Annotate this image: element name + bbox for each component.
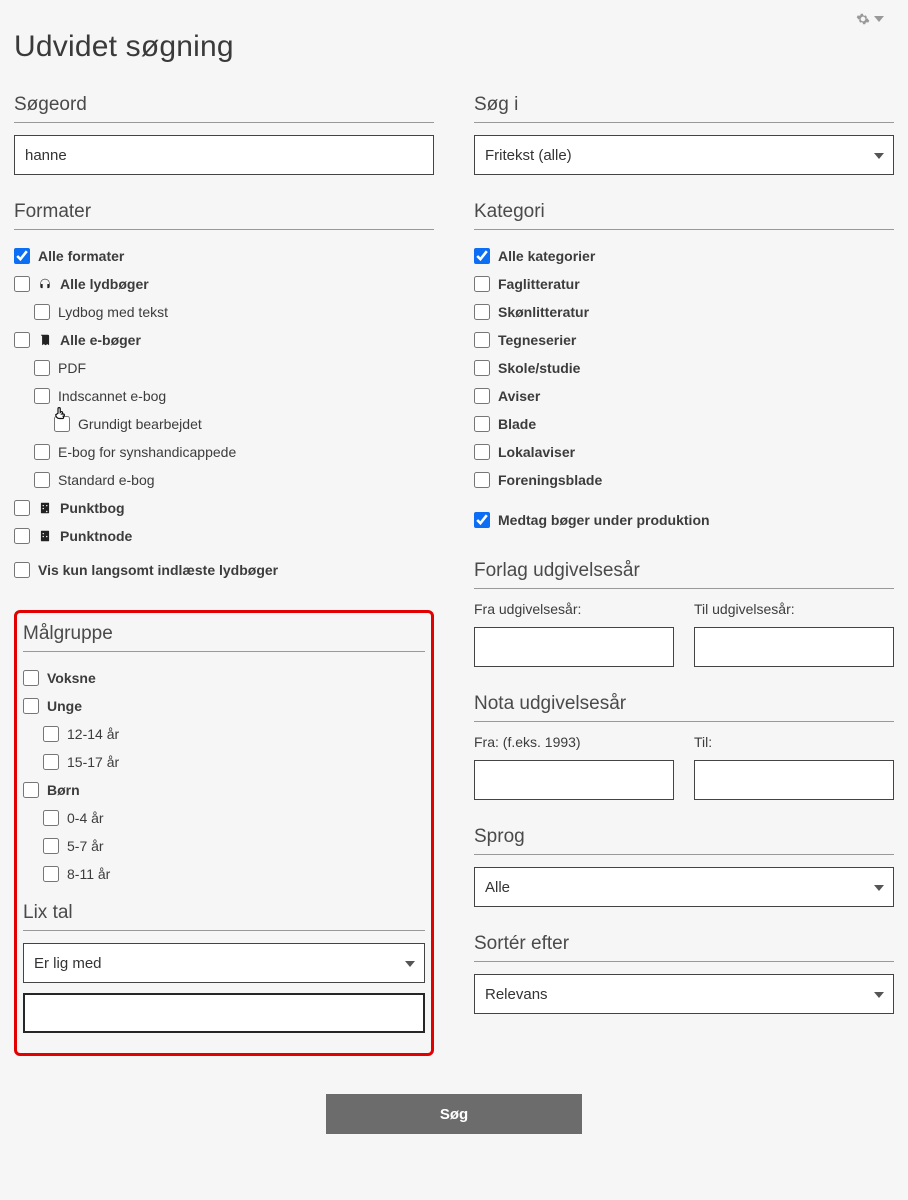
chevron-down-icon (874, 16, 884, 22)
publisher-year-to-input[interactable] (694, 627, 894, 667)
format-standard-ebook[interactable]: Standard e-bog (14, 466, 434, 494)
categories-label: Kategori (474, 201, 894, 230)
formats-label: Formater (14, 201, 434, 230)
format-pdf[interactable]: PDF (14, 354, 434, 382)
target-group-highlight: Målgruppe Voksne Unge 12-14 år 15-17 år (14, 610, 434, 1056)
lix-value-input[interactable] (23, 993, 425, 1033)
publisher-year-to-label: Til udgivelsesår: (694, 601, 894, 617)
sort-select[interactable]: Relevans (474, 974, 894, 1014)
publisher-year-from-label: Fra udgivelsesår: (474, 601, 674, 617)
format-slow-audiobooks[interactable]: Vis kun langsomt indlæste lydbøger (14, 556, 434, 584)
target-children[interactable]: Børn (23, 776, 425, 804)
target-group-label: Målgruppe (23, 623, 425, 652)
cursor-hand-icon (52, 405, 70, 423)
nota-year-from-input[interactable] (474, 760, 674, 800)
category-nonfiction[interactable]: Faglitteratur (474, 270, 894, 298)
category-all[interactable]: Alle kategorier (474, 242, 894, 270)
format-punktbog[interactable]: Punktbog (14, 494, 434, 522)
include-in-production[interactable]: Medtag bøger under produktion (474, 506, 894, 534)
search-in-label: Søg i (474, 94, 894, 123)
target-15-17[interactable]: 15-17 år (23, 748, 425, 776)
category-newspapers[interactable]: Aviser (474, 382, 894, 410)
settings-gear[interactable] (14, 10, 894, 26)
format-audiobook-text[interactable]: Lydbog med tekst (14, 298, 434, 326)
headphones-icon (38, 277, 52, 291)
nota-year-to-input[interactable] (694, 760, 894, 800)
format-punktnode[interactable]: Punktnode (14, 522, 434, 550)
format-visually-impaired[interactable]: E-bog for synshandicappede (14, 438, 434, 466)
language-label: Sprog (474, 826, 894, 855)
target-5-7[interactable]: 5-7 år (23, 832, 425, 860)
nota-year-to-label: Til: (694, 734, 894, 750)
category-club-magazines[interactable]: Foreningsblade (474, 466, 894, 494)
target-12-14[interactable]: 12-14 år (23, 720, 425, 748)
category-school[interactable]: Skole/studie (474, 354, 894, 382)
format-ebooks[interactable]: Alle e-bøger (14, 326, 434, 354)
category-local-newspapers[interactable]: Lokalaviser (474, 438, 894, 466)
format-all[interactable]: Alle formater (14, 242, 434, 270)
target-0-4[interactable]: 0-4 år (23, 804, 425, 832)
braille-note-icon (38, 529, 52, 543)
category-magazines[interactable]: Blade (474, 410, 894, 438)
target-youth[interactable]: Unge (23, 692, 425, 720)
search-in-select[interactable]: Fritekst (alle) (474, 135, 894, 175)
search-submit-button[interactable]: Søg (326, 1094, 582, 1134)
target-adults[interactable]: Voksne (23, 664, 425, 692)
category-fiction[interactable]: Skønlitteratur (474, 298, 894, 326)
publisher-year-label: Forlag udgivelsesår (474, 560, 894, 589)
nota-year-label: Nota udgivelsesår (474, 693, 894, 722)
search-term-input[interactable] (14, 135, 434, 175)
format-audiobooks[interactable]: Alle lydbøger (14, 270, 434, 298)
nota-year-from-label: Fra: (f.eks. 1993) (474, 734, 674, 750)
format-thorough[interactable]: Grundigt bearbejdet (14, 410, 434, 438)
target-8-11[interactable]: 8-11 år (23, 860, 425, 888)
format-scanned-ebook[interactable]: Indscannet e-bog (14, 382, 434, 410)
book-icon (38, 333, 52, 347)
gear-icon (856, 12, 870, 26)
braille-icon (38, 501, 52, 515)
publisher-year-from-input[interactable] (474, 627, 674, 667)
lix-label: Lix tal (23, 902, 425, 931)
search-term-label: Søgeord (14, 94, 434, 123)
language-select[interactable]: Alle (474, 867, 894, 907)
category-comics[interactable]: Tegneserier (474, 326, 894, 354)
lix-operator-select[interactable]: Er lig med (23, 943, 425, 983)
sort-label: Sortér efter (474, 933, 894, 962)
page-title: Udvidet søgning (14, 30, 894, 64)
